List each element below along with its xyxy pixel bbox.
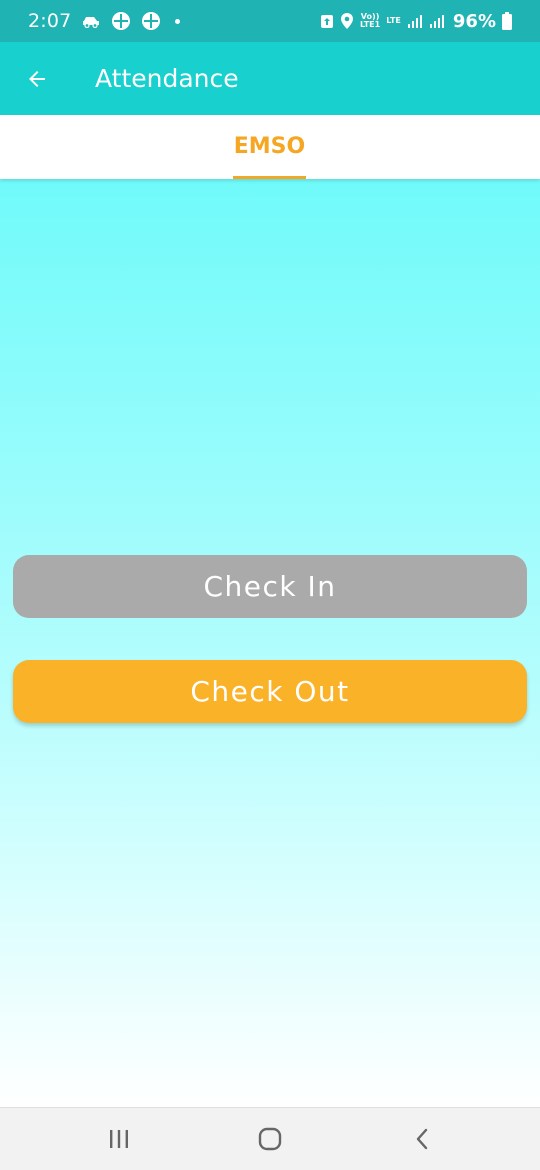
recent-apps-button[interactable] <box>79 1108 159 1170</box>
home-icon <box>258 1127 282 1151</box>
arrow-left-icon <box>29 70 45 87</box>
dot-icon <box>175 18 181 24</box>
nav-back-button[interactable] <box>382 1108 462 1170</box>
tab-bar: EMSO <box>0 115 540 179</box>
network-label-lte: LTE <box>386 16 401 25</box>
signal-icon <box>429 13 445 29</box>
status-time: 2:07 <box>28 10 72 32</box>
shield-icon <box>320 13 334 29</box>
status-bar: 2:07 Vo)) LTE1 LTE 96% <box>0 0 540 42</box>
status-right: Vo)) LTE1 LTE 96% <box>320 11 512 32</box>
status-left: 2:07 <box>28 10 181 32</box>
recent-apps-icon <box>110 1130 128 1148</box>
car-icon <box>81 14 101 28</box>
home-button[interactable] <box>230 1108 310 1170</box>
battery-icon <box>502 12 512 30</box>
app-icon <box>141 11 161 31</box>
tab-emso[interactable]: EMSO <box>233 115 306 179</box>
check-in-button[interactable]: Check In <box>13 555 527 618</box>
toolbar: Attendance <box>0 42 540 115</box>
page-title: Attendance <box>95 64 239 93</box>
signal-icon <box>407 13 423 29</box>
app-icon <box>111 11 131 31</box>
main-content: Check In Check Out <box>0 179 540 1107</box>
back-icon <box>416 1128 428 1150</box>
battery-percent: 96% <box>452 10 496 32</box>
network-label-volte: Vo)) LTE1 <box>359 12 381 29</box>
check-out-button[interactable]: Check Out <box>13 660 527 723</box>
tab-label: EMSO <box>233 133 306 159</box>
navigation-bar <box>0 1107 540 1170</box>
location-icon <box>340 12 354 30</box>
back-button[interactable] <box>0 42 74 115</box>
tab-indicator <box>233 176 306 179</box>
